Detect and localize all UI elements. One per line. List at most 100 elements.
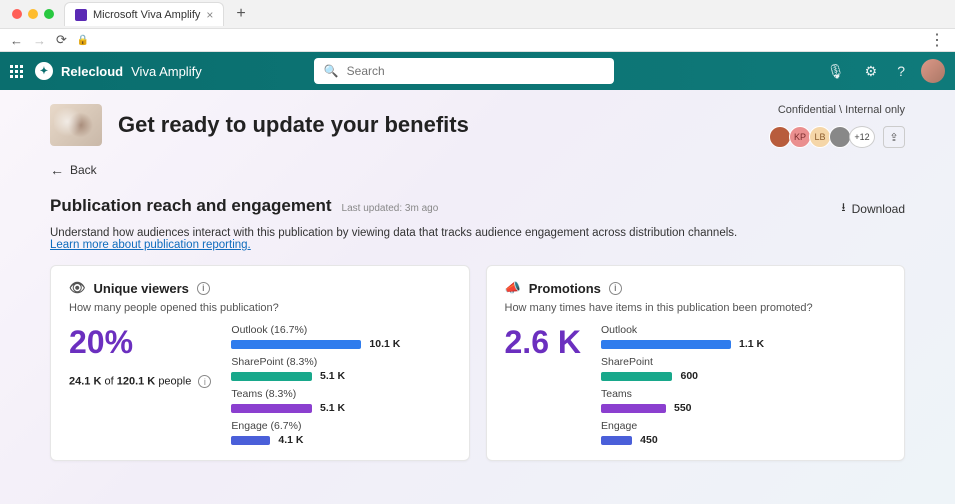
card-subtitle: How many people opened this publication? xyxy=(69,302,451,314)
headline-metric: 2.6 K xyxy=(505,324,581,361)
minimize-window[interactable] xyxy=(28,9,38,19)
hero-thumbnail xyxy=(50,104,102,146)
bar-label: SharePoint xyxy=(601,356,886,368)
reload-icon[interactable]: ⟳ xyxy=(56,32,67,48)
bar-fill xyxy=(601,404,666,413)
card-title: Unique viewers xyxy=(94,281,189,296)
back-arrow-icon: ← xyxy=(50,162,64,178)
bar-fill xyxy=(231,404,312,413)
info-icon[interactable]: i xyxy=(609,282,622,295)
share-button[interactable]: ⇪ xyxy=(883,126,905,148)
metric-cards: 👁 Unique viewers i How many people opene… xyxy=(50,265,905,461)
tab-title: Microsoft Viva Amplify xyxy=(93,9,200,21)
bar-label: Engage (6.7%) xyxy=(231,420,450,432)
bar-value: 4.1 K xyxy=(278,434,303,446)
bar-value: 550 xyxy=(674,402,692,414)
search-box[interactable]: 🔍 xyxy=(314,58,614,84)
bar-value: 5.1 K xyxy=(320,402,345,414)
bar-row: Engage 450 xyxy=(601,420,886,446)
bar-value: 450 xyxy=(640,434,658,446)
bar-label: SharePoint (8.3%) xyxy=(231,356,450,368)
share-facepile: KP LB +12 ⇪ xyxy=(773,126,905,148)
bar-fill xyxy=(231,372,312,381)
browser-tab[interactable]: Microsoft Viva Amplify × xyxy=(64,2,224,26)
download-icon: ⭳ xyxy=(841,198,845,219)
bar-label: Engage xyxy=(601,420,886,432)
channel-bars: Outlook 1.1 K SharePoint 600 Teams 550 Engage 4… xyxy=(601,324,886,446)
browser-chrome: Microsoft Viva Amplify × + ← → ⟳ 🔒 ⋮ xyxy=(0,0,955,52)
section-title: Publication reach and engagement xyxy=(50,196,332,216)
search-input[interactable] xyxy=(347,64,604,78)
address-bar: ← → ⟳ 🔒 ⋮ xyxy=(0,28,955,52)
settings-icon[interactable]: ⚙ xyxy=(861,63,882,80)
bar-label: Teams (8.3%) xyxy=(231,388,450,400)
bar-value: 1.1 K xyxy=(739,338,764,350)
person-avatar[interactable]: LB xyxy=(809,126,831,148)
bar-fill xyxy=(231,436,270,445)
app-launcher-icon[interactable] xyxy=(10,65,23,78)
new-tab-button[interactable]: + xyxy=(230,5,251,23)
card-title: Promotions xyxy=(529,281,601,296)
back-label: Back xyxy=(70,163,97,177)
stat-line: 24.1 K of 120.1 K people i xyxy=(69,375,211,388)
maximize-window[interactable] xyxy=(44,9,54,19)
forward-icon[interactable]: → xyxy=(33,33,46,48)
info-icon[interactable]: i xyxy=(198,375,211,388)
section-description: Understand how audiences interact with t… xyxy=(50,227,905,251)
product-name: Viva Amplify xyxy=(131,64,202,79)
bar-row: Engage (6.7%) 4.1 K xyxy=(231,420,450,446)
browser-menu-icon[interactable]: ⋮ xyxy=(929,30,945,50)
mic-icon[interactable]: 🎙 xyxy=(823,63,849,80)
download-label: Download xyxy=(852,202,905,216)
section-header: Publication reach and engagement Last up… xyxy=(50,196,905,219)
channel-bars: Outlook (16.7%) 10.1 K SharePoint (8.3%) 5.… xyxy=(231,324,450,446)
bar-row: Teams (8.3%) 5.1 K xyxy=(231,388,450,414)
brand[interactable]: ✦ Relecloud Viva Amplify xyxy=(35,62,202,80)
person-avatar[interactable] xyxy=(829,126,851,148)
window-controls xyxy=(8,9,58,19)
confidentiality-label: Confidential \ Internal only xyxy=(773,104,905,116)
page-body: Get ready to update your benefits Confid… xyxy=(0,90,955,504)
more-people[interactable]: +12 xyxy=(849,126,875,148)
search-icon: 🔍 xyxy=(324,64,339,78)
person-avatar[interactable]: KP xyxy=(789,126,811,148)
learn-more-link[interactable]: Learn more about publication reporting. xyxy=(50,239,251,251)
last-updated: Last updated: 3m ago xyxy=(342,203,439,214)
bar-label: Teams xyxy=(601,388,886,400)
favicon-icon xyxy=(75,9,87,21)
back-link[interactable]: ← Back xyxy=(50,162,905,178)
bar-fill xyxy=(601,436,632,445)
bar-label: Outlook xyxy=(601,324,886,336)
lock-icon: 🔒 xyxy=(77,35,89,46)
user-avatar[interactable] xyxy=(921,59,945,83)
suite-header: ✦ Relecloud Viva Amplify 🔍 🎙 ⚙ ? xyxy=(0,52,955,90)
bar-fill xyxy=(601,372,673,381)
promotions-card: 📣 Promotions i How many times have items… xyxy=(486,265,906,461)
bar-row: Outlook 1.1 K xyxy=(601,324,886,350)
bar-fill xyxy=(231,340,361,349)
bar-row: Outlook (16.7%) 10.1 K xyxy=(231,324,450,350)
org-name: Relecloud xyxy=(61,64,123,79)
bar-row: SharePoint 600 xyxy=(601,356,886,382)
card-subtitle: How many times have items in this public… xyxy=(505,302,887,314)
bar-row: Teams 550 xyxy=(601,388,886,414)
org-logo-icon: ✦ xyxy=(35,62,53,80)
hero: Get ready to update your benefits Confid… xyxy=(50,104,905,148)
back-icon[interactable]: ← xyxy=(10,33,23,48)
bar-value: 10.1 K xyxy=(369,338,400,350)
close-tab-icon[interactable]: × xyxy=(206,8,213,22)
bar-value: 600 xyxy=(680,370,698,382)
page-title: Get ready to update your benefits xyxy=(118,112,469,138)
info-icon[interactable]: i xyxy=(197,282,210,295)
eye-icon: 👁 xyxy=(69,280,86,296)
bar-value: 5.1 K xyxy=(320,370,345,382)
person-avatar[interactable] xyxy=(769,126,791,148)
bar-label: Outlook (16.7%) xyxy=(231,324,450,336)
close-window[interactable] xyxy=(12,9,22,19)
download-button[interactable]: ⭳ Download xyxy=(841,198,905,219)
headline-metric: 20% xyxy=(69,324,211,361)
tab-bar: Microsoft Viva Amplify × + xyxy=(0,0,955,28)
bar-fill xyxy=(601,340,731,349)
unique-viewers-card: 👁 Unique viewers i How many people opene… xyxy=(50,265,470,461)
help-icon[interactable]: ? xyxy=(893,63,909,79)
